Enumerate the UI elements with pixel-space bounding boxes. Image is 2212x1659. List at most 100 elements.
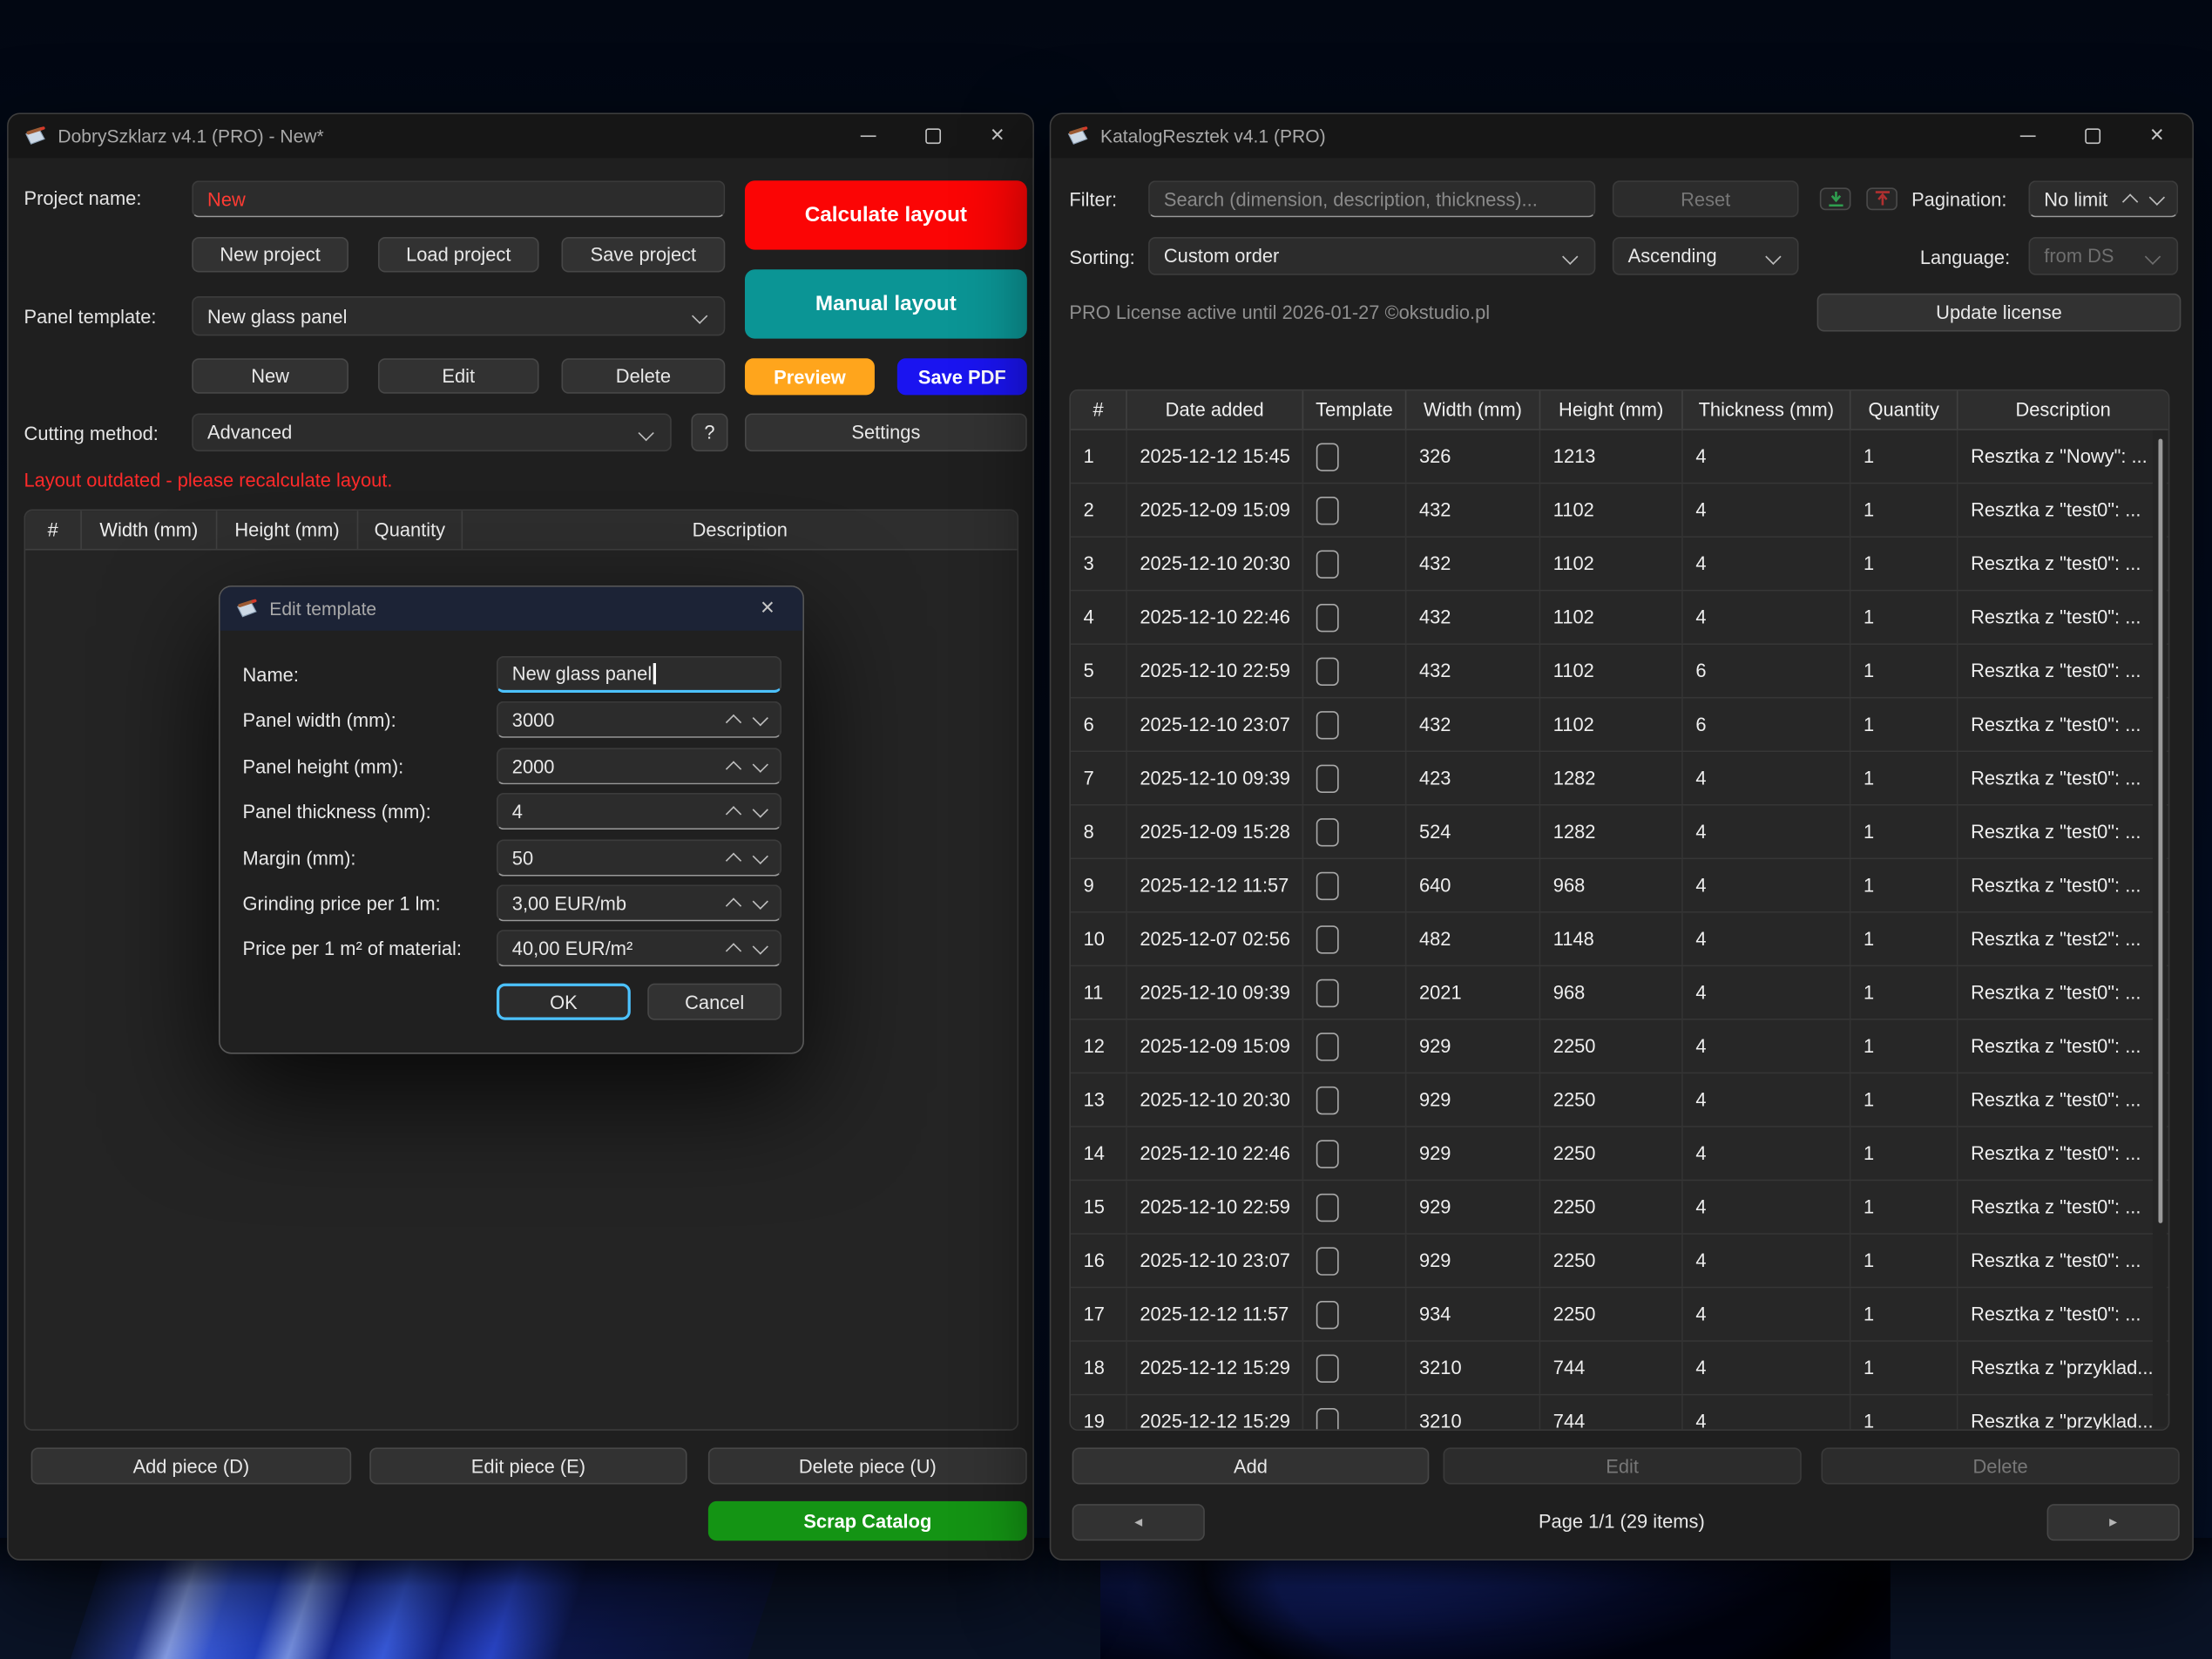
settings-button[interactable]: Settings [745,413,1027,451]
table-row[interactable]: 52025-12-10 22:59432110261Resztka z "tes… [1071,645,2168,699]
template-checkbox[interactable] [1316,817,1339,845]
search-input-wrap [1148,180,1595,217]
table-row[interactable]: 12025-12-12 15:45326121341Resztka z "Now… [1071,430,2168,484]
maximize-button[interactable] [900,114,964,158]
template-checkbox[interactable] [1316,924,1339,952]
import-button[interactable] [1820,187,1851,210]
language-dropdown[interactable]: from DS [2028,237,2178,275]
save-project-button[interactable]: Save project [561,237,725,272]
preview-button[interactable]: Preview [745,358,875,395]
table-row[interactable]: 182025-12-12 15:29321074441Resztka z "pr… [1071,1342,2168,1396]
dialog-close-button[interactable]: × [735,587,800,631]
left-titlebar[interactable]: DobrySzklarz v4.1 (PRO) - New* × [9,114,1033,158]
material-price-spinner[interactable]: 40,00 EUR/m² [497,930,781,966]
template-checkbox[interactable] [1316,443,1339,471]
table-row[interactable]: 112025-12-10 09:39202196841Resztka z "te… [1071,966,2168,1020]
chevron-down-icon [753,756,768,772]
template-checkbox[interactable] [1316,603,1339,631]
template-checkbox[interactable] [1316,764,1339,792]
table-cell: Resztka z "test0": ... [1958,591,2168,643]
template-checkbox[interactable] [1316,496,1339,524]
table-row[interactable]: 192025-12-12 15:29321074441Resztka z "pr… [1071,1395,2168,1430]
ok-button[interactable]: OK [497,984,631,1020]
panel-width-spinner[interactable]: 3000 [497,701,781,738]
table-row[interactable]: 42025-12-10 22:46432110241Resztka z "tes… [1071,591,2168,645]
table-row[interactable]: 82025-12-09 15:28524128241Resztka z "tes… [1071,806,2168,860]
search-input[interactable] [1164,188,1580,209]
table-row[interactable]: 122025-12-09 15:09929225041Resztka z "te… [1071,1020,2168,1074]
table-row[interactable]: 92025-12-12 11:5764096841Resztka z "test… [1071,859,2168,913]
project-name-input[interactable]: New [192,180,725,217]
table-row[interactable]: 152025-12-10 22:59929225041Resztka z "te… [1071,1181,2168,1235]
catalog-delete-button[interactable]: Delete [1821,1447,2179,1484]
sort-direction-dropdown[interactable]: Ascending [1613,237,1799,275]
new-project-button[interactable]: New project [192,237,348,272]
template-checkbox[interactable] [1316,978,1339,1006]
calculate-layout-button[interactable]: Calculate layout [745,180,1027,249]
close-button[interactable]: × [965,114,1030,158]
template-checkbox[interactable] [1316,1354,1339,1382]
load-project-button[interactable]: Load project [378,237,539,272]
add-piece-button[interactable]: Add piece (D) [31,1447,352,1484]
table-row[interactable]: 142025-12-10 22:46929225041Resztka z "te… [1071,1127,2168,1182]
template-checkbox[interactable] [1316,1300,1339,1328]
panel-template-dropdown[interactable]: New glass panel [192,296,725,335]
cancel-button[interactable]: Cancel [647,984,781,1020]
template-checkbox[interactable] [1316,1140,1339,1168]
template-delete-button[interactable]: Delete [561,358,725,393]
pagination-spinner[interactable]: No limit [2028,180,2178,217]
column-header: Width (mm) [82,511,217,549]
template-checkbox[interactable] [1316,1032,1339,1060]
scrap-catalog-button[interactable]: Scrap Catalog [708,1501,1027,1540]
table-row[interactable]: 32025-12-10 20:30432110241Resztka z "tes… [1071,538,2168,592]
grinding-price-spinner[interactable]: 3,00 EUR/mb [497,884,781,921]
template-checkbox[interactable] [1316,1247,1339,1275]
table-row[interactable]: 102025-12-07 02:56482114841Resztka z "te… [1071,913,2168,967]
edit-piece-button[interactable]: Edit piece (E) [369,1447,687,1484]
next-page-button[interactable]: ▸ [2047,1504,2180,1540]
sorting-dropdown[interactable]: Custom order [1148,237,1595,275]
desktop: DobrySzklarz v4.1 (PRO) - New* × Project… [0,0,2212,1659]
template-checkbox[interactable] [1316,1407,1339,1431]
dialog-titlebar[interactable]: Edit template × [220,587,803,631]
right-titlebar[interactable]: KatalogResztek v4.1 (PRO) × [1051,114,2192,158]
margin-spinner[interactable]: 50 [497,839,781,876]
export-button[interactable] [1866,187,1897,210]
scrollbar-thumb[interactable] [2158,439,2162,1223]
template-checkbox[interactable] [1316,1193,1339,1221]
template-checkbox[interactable] [1316,550,1339,578]
template-checkbox[interactable] [1316,657,1339,685]
cutting-help-button[interactable]: ? [691,413,727,451]
table-row[interactable]: 62025-12-10 23:07432110261Resztka z "tes… [1071,699,2168,753]
reset-button[interactable]: Reset [1613,180,1799,217]
template-checkbox[interactable] [1316,1086,1339,1114]
template-checkbox[interactable] [1316,710,1339,738]
catalog-add-button[interactable]: Add [1072,1447,1430,1484]
close-button[interactable]: × [2125,114,2189,158]
table-cell: 2025-12-12 15:29 [1127,1342,1303,1394]
cutting-method-dropdown[interactable]: Advanced [192,413,672,451]
update-license-button[interactable]: Update license [1817,294,2182,332]
column-header: Description [463,511,1017,549]
catalog-scrollbar[interactable] [2153,430,2167,1426]
template-new-button[interactable]: New [192,358,348,393]
manual-layout-button[interactable]: Manual layout [745,269,1027,338]
template-checkbox[interactable] [1316,871,1339,899]
panel-thickness-spinner[interactable]: 4 [497,793,781,830]
delete-piece-button[interactable]: Delete piece (U) [708,1447,1027,1484]
table-row[interactable]: 22025-12-09 15:09432110241Resztka z "tes… [1071,484,2168,538]
save-pdf-button[interactable]: Save PDF [897,358,1027,395]
table-row[interactable]: 162025-12-10 23:07929225041Resztka z "te… [1071,1235,2168,1289]
panel-height-spinner[interactable]: 2000 [497,748,781,784]
minimize-button[interactable] [835,114,900,158]
maximize-button[interactable] [2060,114,2124,158]
catalog-table-body: 12025-12-12 15:45326121341Resztka z "Now… [1071,430,2168,1431]
template-edit-button[interactable]: Edit [378,358,539,393]
template-name-input[interactable]: New glass panel [497,656,781,693]
table-row[interactable]: 172025-12-12 11:57934225041Resztka z "te… [1071,1288,2168,1342]
minimize-button[interactable] [1995,114,2060,158]
table-cell: 2250 [1540,1235,1683,1287]
catalog-edit-button[interactable]: Edit [1444,1447,1802,1484]
table-row[interactable]: 72025-12-10 09:39423128241Resztka z "tes… [1071,752,2168,806]
table-row[interactable]: 132025-12-10 20:30929225041Resztka z "te… [1071,1073,2168,1127]
